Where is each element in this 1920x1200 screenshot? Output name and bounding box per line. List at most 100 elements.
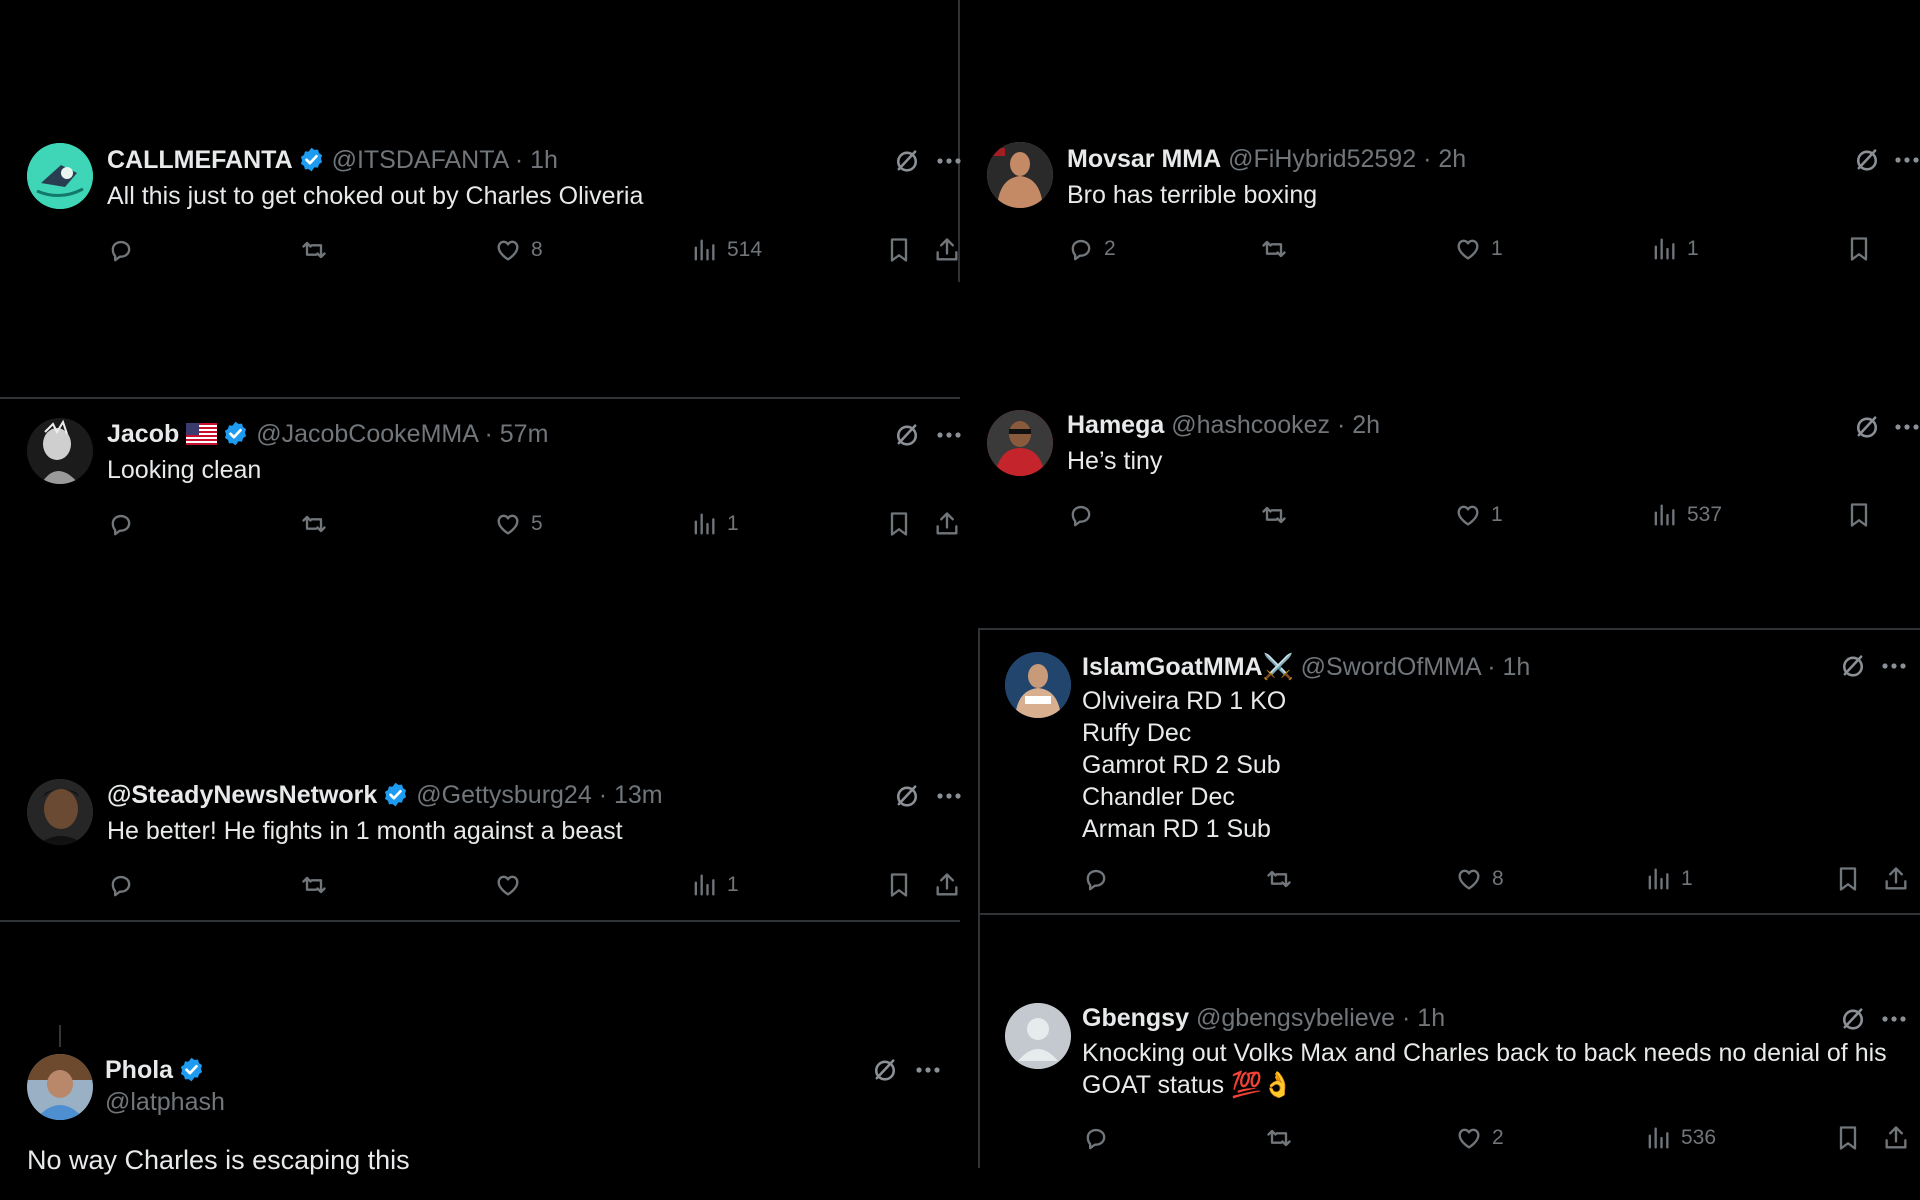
timestamp[interactable]: · 57m bbox=[484, 420, 548, 448]
bookmark-button[interactable] bbox=[885, 508, 922, 540]
views-button[interactable]: 1 bbox=[1650, 233, 1699, 265]
handle[interactable]: @SwordOfMMA bbox=[1301, 653, 1481, 681]
more-icon[interactable] bbox=[1881, 1015, 1907, 1023]
bookmark-button[interactable] bbox=[1834, 1122, 1871, 1154]
grok-icon[interactable] bbox=[1839, 652, 1867, 680]
handle[interactable]: @hashcookez bbox=[1171, 411, 1330, 439]
tweet-card[interactable]: Phola @latphash No way Charles is escapi… bbox=[0, 1040, 960, 1200]
timestamp[interactable]: · 1h bbox=[515, 146, 558, 174]
like-button[interactable]: 8 bbox=[1455, 863, 1504, 895]
views-button[interactable]: 537 bbox=[1650, 499, 1722, 531]
timestamp[interactable]: · 13m bbox=[599, 781, 663, 809]
display-name[interactable]: Movsar MMA bbox=[1067, 145, 1221, 173]
bookmark-button[interactable] bbox=[1845, 499, 1882, 531]
retweet-button[interactable] bbox=[1265, 1122, 1302, 1154]
views-button[interactable]: 1 bbox=[1644, 863, 1693, 895]
display-name[interactable]: Phola bbox=[105, 1056, 173, 1084]
tweet-card[interactable]: CALLMEFANTA @ITSDAFANTA · 1h All this ju… bbox=[0, 0, 960, 290]
retweet-button[interactable] bbox=[300, 869, 337, 901]
handle[interactable]: @FiHybrid52592 bbox=[1228, 145, 1416, 173]
like-button[interactable]: 8 bbox=[494, 234, 543, 266]
tweet-text: Bro has terrible boxing bbox=[1067, 181, 1318, 209]
grok-icon[interactable] bbox=[1853, 146, 1881, 174]
tweet-card[interactable]: @SteadyNewsNetwork @Gettysburg24 · 13m H… bbox=[0, 760, 960, 920]
handle[interactable]: @gbengsybelieve bbox=[1196, 1004, 1395, 1032]
like-button[interactable]: 2 bbox=[1455, 1122, 1504, 1154]
handle[interactable]: @JacobCookeMMA bbox=[256, 420, 477, 448]
avatar[interactable] bbox=[1005, 1003, 1071, 1069]
share-icon bbox=[1882, 1124, 1910, 1152]
timestamp[interactable]: · 1h bbox=[1402, 1004, 1445, 1032]
tweet-text: All this just to get choked out by Charl… bbox=[107, 182, 644, 210]
retweet-button[interactable] bbox=[1265, 863, 1302, 895]
more-icon[interactable] bbox=[1881, 662, 1907, 670]
display-name[interactable]: IslamGoatMMA⚔️ bbox=[1082, 653, 1294, 681]
reply-button[interactable] bbox=[1082, 863, 1119, 895]
timestamp[interactable]: · 2h bbox=[1337, 411, 1380, 439]
retweet-button[interactable] bbox=[300, 234, 337, 266]
tweet-card[interactable]: Jacob @JacobCookeMMA · 57m Looking clean… bbox=[0, 399, 960, 559]
more-icon[interactable] bbox=[915, 1066, 941, 1074]
avatar[interactable] bbox=[987, 142, 1053, 208]
grok-icon[interactable] bbox=[893, 421, 921, 449]
timestamp[interactable]: · 2h bbox=[1423, 145, 1466, 173]
like-button[interactable]: 1 bbox=[1454, 233, 1503, 265]
reply-button[interactable] bbox=[107, 869, 144, 901]
verified-badge-icon bbox=[298, 146, 325, 173]
tweet-card[interactable]: IslamGoatMMA⚔️ @SwordOfMMA · 1h Olviveir… bbox=[980, 630, 1920, 913]
grok-icon[interactable] bbox=[1839, 1005, 1867, 1033]
like-button[interactable] bbox=[494, 869, 531, 901]
avatar[interactable] bbox=[987, 410, 1053, 476]
reply-button[interactable] bbox=[107, 508, 144, 540]
action-bar: 2 536 bbox=[1082, 1122, 1920, 1154]
handle[interactable]: @Gettysburg24 bbox=[416, 781, 591, 809]
avatar[interactable] bbox=[27, 779, 93, 845]
more-icon[interactable] bbox=[1894, 156, 1920, 164]
views-button[interactable]: 514 bbox=[690, 234, 762, 266]
more-icon[interactable] bbox=[936, 157, 962, 165]
grok-icon[interactable] bbox=[1853, 413, 1881, 441]
bookmark-button[interactable] bbox=[885, 234, 922, 266]
reply-button[interactable]: 2 bbox=[1067, 233, 1116, 265]
more-icon[interactable] bbox=[1894, 423, 1920, 431]
tweet-card[interactable]: Gbengsy @gbengsybelieve · 1h Knocking ou… bbox=[980, 985, 1920, 1185]
reply-button[interactable] bbox=[107, 234, 144, 266]
handle[interactable]: @latphash bbox=[105, 1088, 225, 1116]
tweet-card[interactable]: Hamega @hashcookez · 2h He’s tiny 1 537 bbox=[960, 400, 1920, 560]
handle[interactable]: @ITSDAFANTA bbox=[332, 146, 508, 174]
tweet-card[interactable]: Movsar MMA @FiHybrid52592 · 2h Bro has t… bbox=[960, 0, 1920, 290]
retweet-button[interactable] bbox=[1260, 499, 1297, 531]
avatar[interactable] bbox=[1005, 652, 1071, 718]
more-icon[interactable] bbox=[936, 431, 962, 439]
display-name[interactable]: @SteadyNewsNetwork bbox=[107, 781, 377, 809]
reply-button[interactable] bbox=[1067, 499, 1104, 531]
views-button[interactable]: 1 bbox=[690, 508, 739, 540]
avatar[interactable] bbox=[27, 1054, 93, 1120]
grok-icon[interactable] bbox=[871, 1056, 899, 1084]
share-button[interactable] bbox=[1882, 1122, 1919, 1154]
more-icon[interactable] bbox=[936, 792, 962, 800]
like-button[interactable]: 5 bbox=[494, 508, 543, 540]
views-button[interactable]: 1 bbox=[690, 869, 739, 901]
grok-icon[interactable] bbox=[893, 782, 921, 810]
views-button[interactable]: 536 bbox=[1644, 1122, 1716, 1154]
timestamp[interactable]: · 1h bbox=[1487, 653, 1530, 681]
retweet-button[interactable] bbox=[300, 508, 337, 540]
like-button[interactable]: 1 bbox=[1454, 499, 1503, 531]
reply-button[interactable] bbox=[1082, 1122, 1119, 1154]
bookmark-button[interactable] bbox=[1845, 233, 1882, 265]
display-name[interactable]: CALLMEFANTA bbox=[107, 146, 293, 174]
avatar[interactable] bbox=[27, 418, 93, 484]
bookmark-icon bbox=[1845, 235, 1873, 263]
grok-icon[interactable] bbox=[893, 147, 921, 175]
display-name[interactable]: Gbengsy bbox=[1082, 1004, 1189, 1032]
share-button[interactable] bbox=[1882, 863, 1919, 895]
us-flag-icon bbox=[186, 423, 217, 445]
retweet-button[interactable] bbox=[1260, 233, 1297, 265]
bookmark-button[interactable] bbox=[1834, 863, 1871, 895]
bookmark-button[interactable] bbox=[885, 869, 922, 901]
share-button[interactable] bbox=[933, 869, 970, 901]
display-name[interactable]: Hamega bbox=[1067, 411, 1164, 439]
avatar[interactable] bbox=[27, 143, 93, 209]
display-name[interactable]: Jacob bbox=[107, 420, 179, 448]
